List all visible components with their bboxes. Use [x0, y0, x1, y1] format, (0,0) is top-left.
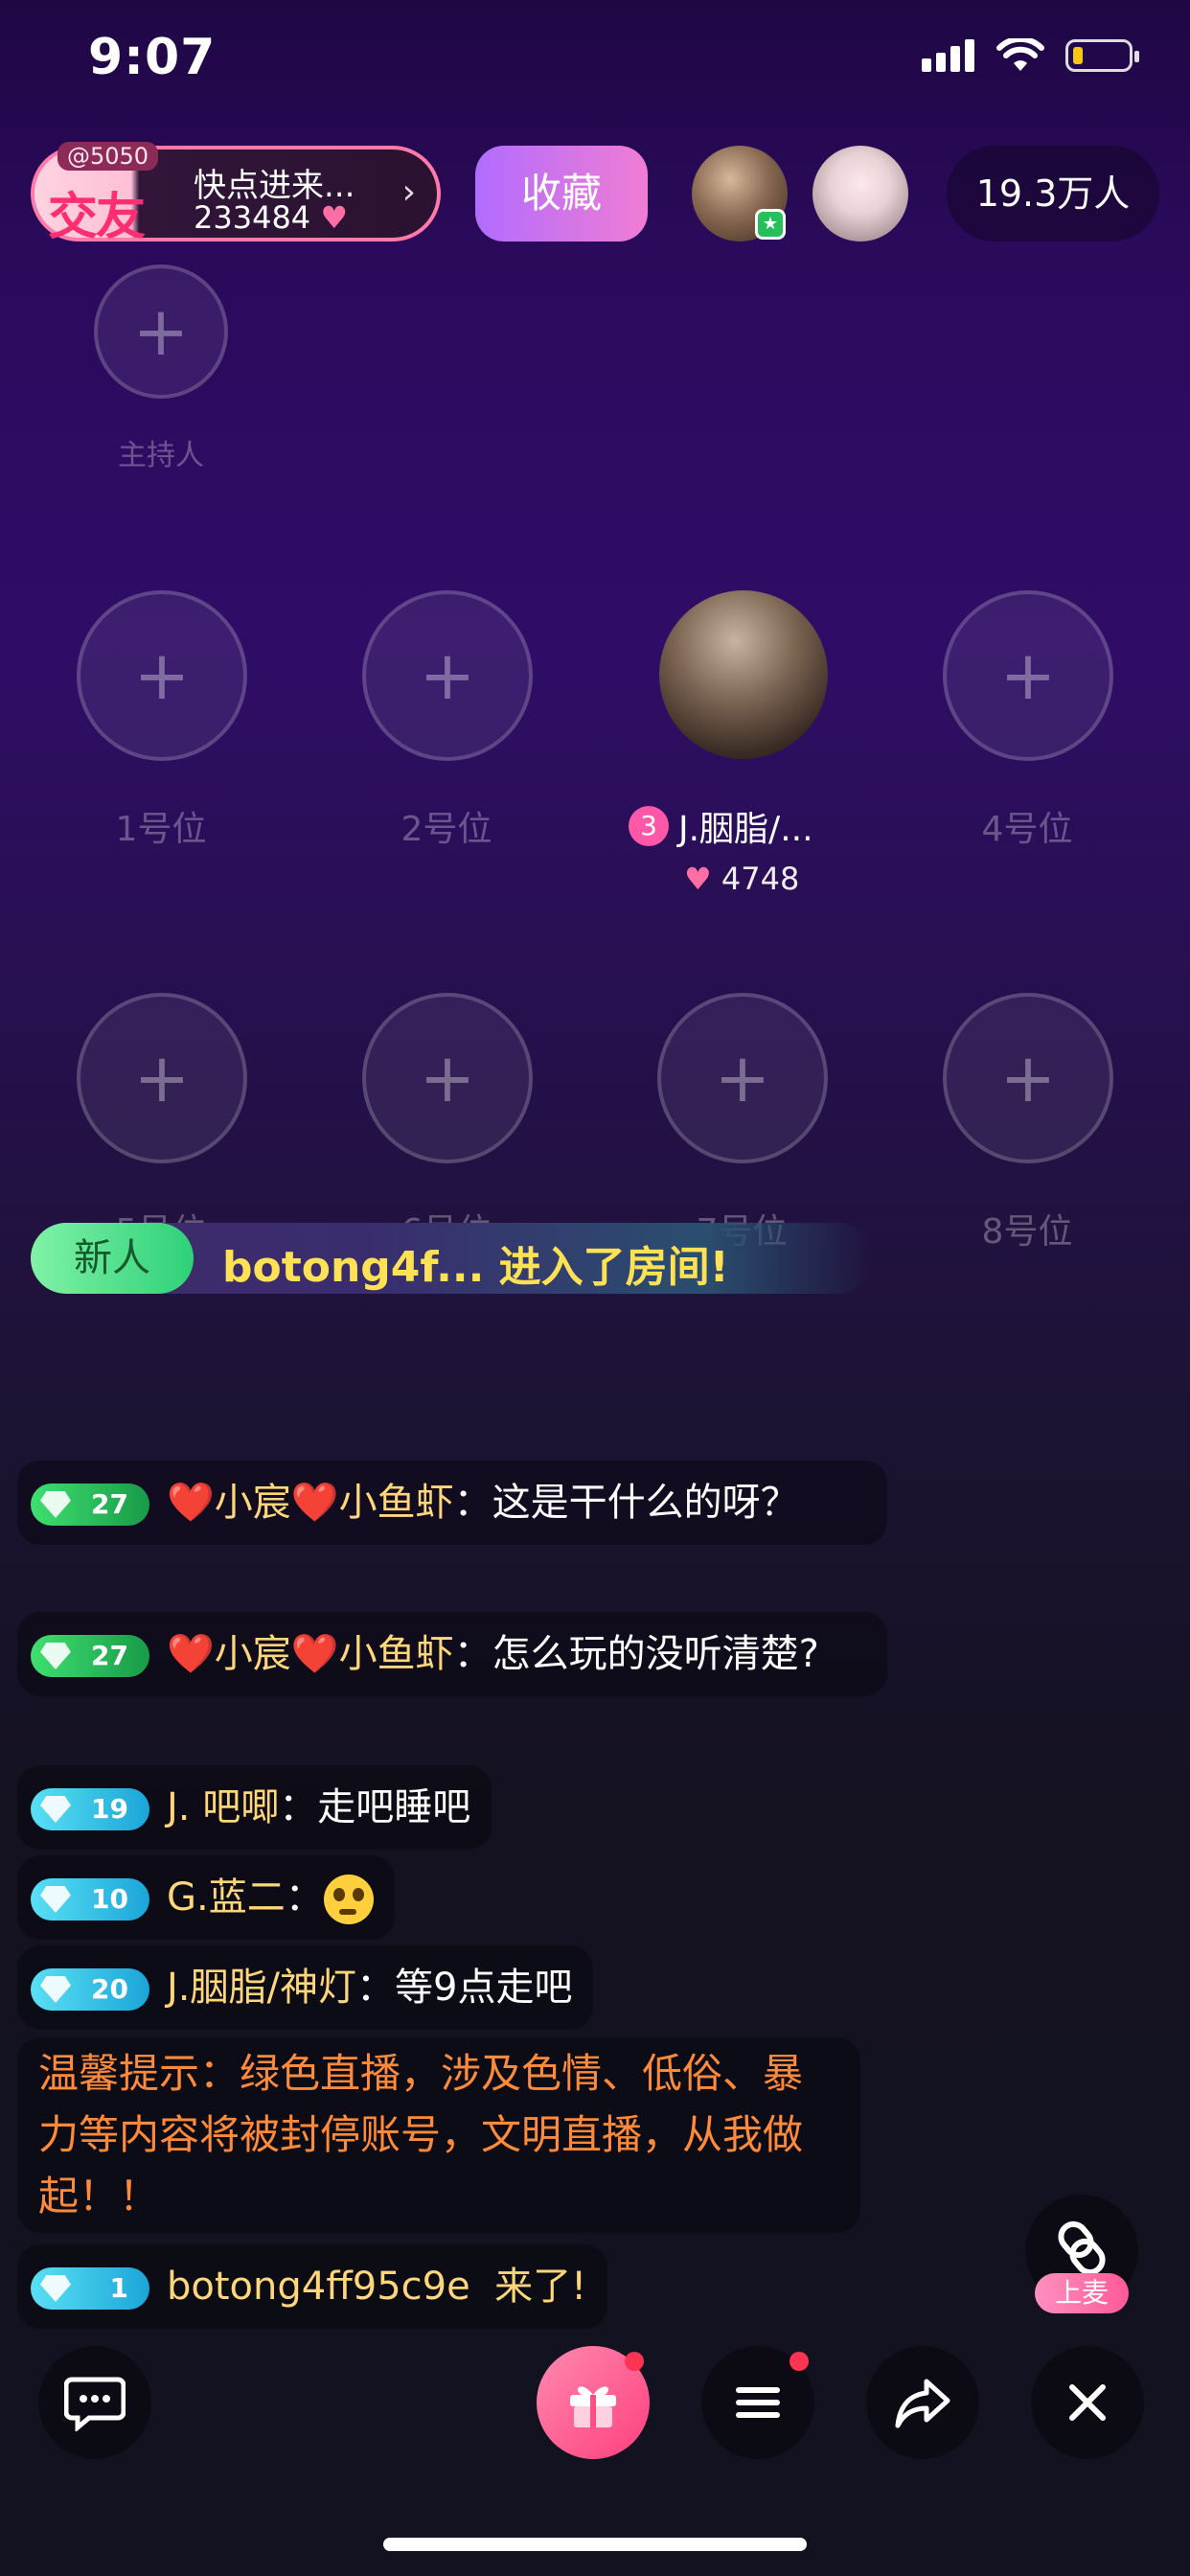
seat-8[interactable]: +	[943, 993, 1113, 1163]
chat-message[interactable]: 20 J.胭脂/神灯：等9点走吧	[17, 1945, 594, 2030]
chat-username[interactable]: J.胭脂/神灯	[167, 1966, 356, 2010]
level-badge: 10	[31, 1878, 149, 1920]
room-info-card[interactable]: @5050 交友 快点进来... 233484 ♥ ›	[31, 142, 441, 246]
chat-text: 走吧睡吧	[317, 1785, 471, 1829]
home-indicator[interactable]	[383, 2538, 807, 2551]
level-badge: 27	[31, 1484, 149, 1526]
gift-icon	[570, 2386, 616, 2427]
menu-icon	[736, 2387, 780, 2418]
battery-icon	[1065, 39, 1139, 72]
chat-separator: ：	[356, 1966, 395, 2010]
seat-6[interactable]: +	[362, 993, 533, 1163]
chat-separator: ：	[453, 1632, 492, 1676]
flushed-emoji-icon	[323, 1874, 374, 1924]
room-logo: 交友	[48, 189, 146, 246]
status-time: 9:07	[88, 29, 217, 86]
share-button[interactable]	[866, 2346, 979, 2459]
heart-icon: ♥	[320, 199, 349, 236]
diamond-icon	[40, 1491, 71, 1518]
plus-icon: +	[133, 1039, 191, 1117]
menu-notification-dot	[790, 2352, 809, 2371]
chat-separator: ：	[453, 1481, 492, 1525]
gift-notification-dot	[625, 2352, 644, 2371]
entry-banner: 新人 botong4f... 进入了房间!	[31, 1223, 874, 1294]
room-id: @5050	[57, 142, 159, 171]
chat-message[interactable]: 1 botong4ff95c9e 来了!	[17, 2244, 608, 2329]
system-notice: 温馨提示：绿色直播，涉及色情、低俗、暴力等内容将被封停账号，文明直播，从我做起！…	[17, 2037, 860, 2233]
seat-3-avatar[interactable]	[659, 590, 828, 759]
level-badge: 1	[31, 2267, 149, 2310]
chat-input-button[interactable]	[38, 2346, 151, 2459]
chat-username[interactable]: ❤️小宸❤️小鱼虾	[167, 1632, 454, 1676]
room-heat-count: 233484 ♥	[194, 199, 349, 236]
plus-icon: +	[419, 636, 476, 715]
seat-5[interactable]: +	[77, 993, 247, 1163]
close-button[interactable]	[1031, 2346, 1144, 2459]
chat-bubble-icon	[64, 2377, 126, 2431]
diamond-icon	[40, 1886, 71, 1913]
level-badge: 19	[31, 1788, 149, 1830]
seat-3-username: J.胭脂/...	[678, 810, 813, 849]
chat-text: 这是干什么的呀？	[492, 1481, 799, 1525]
audience-avatar[interactable]	[812, 146, 908, 242]
chat-username[interactable]: botong4ff95c9e	[167, 2265, 470, 2309]
plus-icon: +	[419, 1039, 476, 1117]
viewer-count[interactable]: 19.3万人	[947, 146, 1159, 242]
join-mic-label[interactable]: 上麦	[1035, 2273, 1129, 2313]
diamond-icon	[40, 1796, 71, 1823]
level-badge: 27	[31, 1635, 149, 1677]
seat-2[interactable]: +	[362, 590, 533, 761]
host-seat[interactable]: +	[94, 264, 228, 399]
plus-icon: +	[132, 292, 190, 371]
chat-text: 等9点走吧	[395, 1966, 573, 2010]
chat-separator: ：	[285, 1875, 324, 1920]
seat-4[interactable]: +	[943, 590, 1113, 761]
host-seat-label: 主持人	[118, 439, 204, 472]
heart-icon: ♥	[684, 861, 712, 897]
seat-label-1: 1号位	[115, 810, 207, 849]
entry-text: botong4f... 进入了房间!	[222, 1243, 729, 1292]
seat-label-2: 2号位	[400, 810, 492, 849]
favorite-button[interactable]: 收藏	[475, 146, 648, 242]
plus-icon: +	[999, 1039, 1057, 1117]
chat-separator: ：	[279, 1785, 318, 1829]
chat-text: 来了!	[494, 2265, 587, 2309]
plus-icon: +	[714, 1039, 771, 1117]
chat-message[interactable]: 27 ❤️小宸❤️小鱼虾：这是干什么的呀？	[17, 1460, 887, 1545]
chevron-right-icon: ›	[401, 172, 416, 212]
seat-3-score: ♥ 4748	[684, 861, 800, 897]
wifi-icon	[996, 38, 1044, 71]
level-badge: 20	[31, 1968, 149, 2011]
signal-icon	[922, 39, 974, 72]
seat-label-4: 4号位	[981, 810, 1073, 849]
chat-message[interactable]: 27 ❤️小宸❤️小鱼虾：怎么玩的没听清楚?	[17, 1612, 887, 1696]
diamond-icon	[40, 1976, 71, 2003]
share-icon	[895, 2379, 950, 2428]
plus-icon: +	[999, 636, 1057, 715]
diamond-icon	[40, 2275, 71, 2302]
close-icon	[1069, 2384, 1106, 2421]
seat-label-8: 8号位	[981, 1212, 1073, 1252]
seat-7[interactable]: +	[657, 993, 828, 1163]
seat-position-badge: 3	[629, 806, 669, 846]
chat-message[interactable]: 10 G.蓝二：	[17, 1855, 395, 1940]
seat-3-name: 3 J.胭脂/...	[629, 801, 813, 851]
diamond-icon	[40, 1643, 71, 1669]
chat-username[interactable]: ❤️小宸❤️小鱼虾	[167, 1481, 454, 1525]
notice-text: 温馨提示：绿色直播，涉及色情、低俗、暴力等内容将被封停账号，文明直播，从我做起！…	[38, 2050, 804, 2220]
chat-message[interactable]: 19 J. 吧唧：走吧睡吧	[17, 1765, 492, 1850]
chat-text: 怎么玩的没听清楚?	[492, 1632, 819, 1676]
chat-username[interactable]: G.蓝二	[167, 1875, 286, 1920]
live-room-screen: 9:07 @5050 交友 快点进来... 233484 ♥ › 收藏 ★ 19…	[0, 0, 1190, 2576]
seat-1[interactable]: +	[77, 590, 247, 761]
chat-username[interactable]: J. 吧唧	[167, 1785, 279, 1829]
verified-badge-icon: ★	[755, 209, 786, 240]
newcomer-tag: 新人	[31, 1223, 194, 1294]
status-icons	[922, 38, 1139, 73]
plus-icon: +	[133, 636, 191, 715]
